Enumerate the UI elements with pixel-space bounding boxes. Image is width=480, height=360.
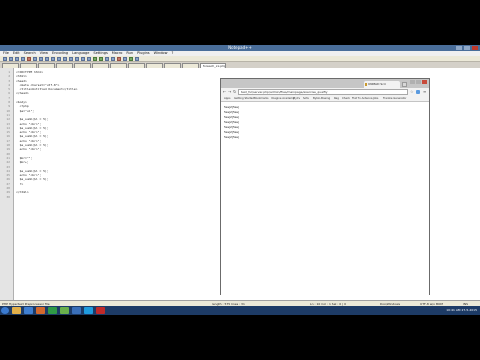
notepadpp-icon[interactable]	[60, 307, 69, 314]
line-number: 30	[6, 194, 10, 199]
output-line: 5ss|2|5ss|	[224, 135, 240, 139]
new-tab-button[interactable]	[402, 82, 407, 87]
open-file-icon[interactable]	[9, 56, 13, 61]
sync-scroll-icon[interactable]	[93, 56, 97, 61]
chrome-icon[interactable]	[48, 307, 57, 314]
copy-icon[interactable]	[45, 56, 49, 61]
find-icon[interactable]	[69, 56, 73, 61]
desktop-screen: Notepad++ File Edit Search View Encoding Lang…	[0, 45, 480, 315]
start-button[interactable]	[1, 307, 9, 314]
chrome-minimize-button[interactable]	[410, 80, 415, 84]
window-controls	[456, 46, 478, 50]
save-icon[interactable]	[15, 56, 19, 61]
browser-tab[interactable]: UNMAD Scri	[364, 81, 400, 88]
chrome-title-bar: UNMAD Scri	[221, 79, 429, 88]
bookmark-star-icon[interactable]: ☆	[410, 89, 414, 94]
skype-icon[interactable]	[84, 307, 93, 314]
save-all-icon[interactable]	[21, 56, 25, 61]
indent-guide-icon[interactable]	[111, 56, 115, 61]
play-macro-icon[interactable]	[129, 56, 133, 61]
maximize-button[interactable]	[464, 46, 470, 50]
close-button[interactable]	[472, 46, 478, 50]
page-content: 5ss|2|5ss| 5ss|2|5ss| 5ss|2|5ss| 5ss|2|5ss|…	[221, 102, 429, 295]
app-icon[interactable]	[72, 307, 81, 314]
taskbar-apps	[12, 307, 105, 314]
favicon-icon	[365, 83, 367, 86]
zoom-out-icon[interactable]	[87, 56, 91, 61]
browser-tab-label: UNMAD Scri	[368, 82, 386, 86]
chrome-window-controls	[410, 80, 427, 84]
zoom-in-icon[interactable]	[81, 56, 85, 61]
media-icon[interactable]	[24, 307, 33, 314]
stop-macro-icon[interactable]	[123, 56, 127, 61]
chrome-window: UNMAD Scri ← → ↻ test_ful/server.php/adm…	[220, 78, 430, 295]
word-wrap-icon[interactable]	[99, 56, 103, 61]
filezilla-icon[interactable]	[96, 307, 105, 314]
chrome-maximize-button[interactable]	[416, 80, 421, 84]
code-line: 30	[0, 195, 220, 199]
minimize-button[interactable]	[456, 46, 462, 50]
forward-arrow-icon[interactable]: →	[228, 90, 231, 94]
explorer-icon[interactable]	[12, 307, 21, 314]
replace-icon[interactable]	[75, 56, 79, 61]
back-arrow-icon[interactable]: ←	[223, 90, 226, 94]
save-macro-icon[interactable]	[135, 56, 139, 61]
firefox-icon[interactable]	[36, 307, 45, 314]
chrome-menu-icon[interactable]: ≡	[423, 89, 426, 94]
cut-icon[interactable]	[39, 56, 43, 61]
close-file-icon[interactable]	[27, 56, 31, 61]
system-tray-clock: 10:41 AM 27-5-2015	[446, 308, 477, 312]
address-bar[interactable]: test_ful/server.php/admin/files/mainpage…	[238, 89, 408, 95]
show-all-chars-icon[interactable]	[105, 56, 109, 61]
record-macro-icon[interactable]	[117, 56, 121, 61]
extension-icon[interactable]	[416, 90, 420, 94]
chrome-close-button[interactable]	[422, 80, 427, 84]
code-lines: 1 <!DOCTYPE html> 2 <html> 3 <head> 4 <meta ch…	[0, 70, 220, 199]
new-file-icon[interactable]	[3, 56, 7, 61]
chrome-toolbar: ← → ↻ test_ful/server.php/admin/files/ma…	[221, 88, 429, 96]
reload-icon[interactable]: ↻	[233, 90, 236, 94]
redo-icon[interactable]	[63, 56, 67, 61]
print-icon[interactable]	[33, 56, 37, 61]
undo-icon[interactable]	[57, 56, 61, 61]
paste-icon[interactable]	[51, 56, 55, 61]
taskbar: 10:41 AM 27-5-2015	[0, 306, 480, 315]
